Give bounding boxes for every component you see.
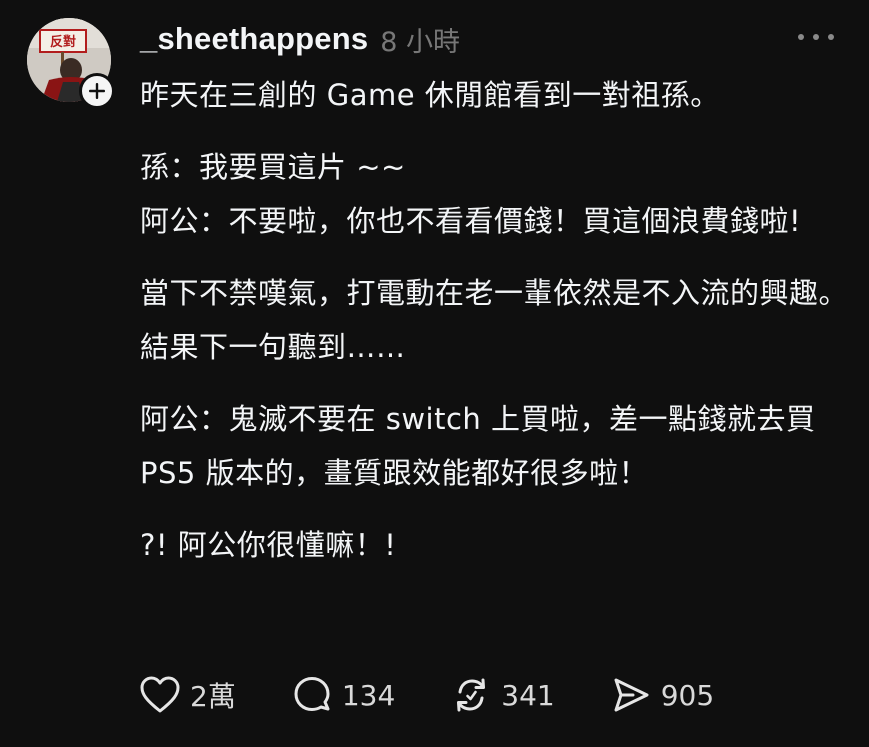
more-dot-icon — [798, 34, 804, 40]
post-paragraph: 昨天在三創的 Game 休閒館看到一對祖孫。 — [140, 78, 720, 112]
repost-icon — [457, 678, 486, 712]
avatar-sign-text: 反對 — [50, 34, 76, 50]
like-button[interactable]: 2萬 — [140, 675, 236, 715]
more-dot-icon — [828, 34, 834, 40]
post-text: 昨天在三創的 Game 休閒館看到一對祖孫。 孫：我要買這片 ~~ 阿公：不要啦… — [140, 68, 850, 572]
follow-button[interactable] — [79, 73, 115, 109]
comment-count: 134 — [341, 678, 396, 712]
post-paragraph: ?! 阿公你很懂嘛！! — [140, 528, 397, 562]
send-icon — [614, 678, 649, 712]
post-actions-bar: 2萬 134 341 905 — [140, 672, 770, 718]
author-avatar-container: 反對 — [27, 18, 115, 109]
post-paragraph: 孫：我要買這片 ~~ — [140, 150, 406, 184]
post-header: _sheethappens 8 小時 — [140, 18, 460, 60]
post-paragraph: 阿公：鬼滅不要在 switch 上買啦，差一點錢就去買 PS5 版本的，畫質跟效… — [140, 402, 826, 490]
heart-icon — [140, 676, 180, 713]
post-paragraph: 當下不禁嘆氣，打電動在老一輩依然是不入流的興趣。 — [140, 276, 849, 310]
more-options-button[interactable] — [798, 24, 834, 50]
author-username[interactable]: _sheethappens — [140, 21, 368, 57]
post-paragraph: 結果下一句聽到…… — [140, 330, 406, 364]
share-button[interactable]: 905 — [611, 675, 714, 715]
share-count: 905 — [660, 678, 715, 712]
plus-icon — [89, 83, 105, 99]
repost-count: 341 — [501, 678, 555, 712]
post-paragraph: 阿公：不要啦，你也不看看價錢！買這個浪費錢啦! — [140, 204, 802, 238]
repost-button[interactable]: 341 — [451, 675, 555, 715]
like-count: 2萬 — [190, 680, 236, 713]
comment-button[interactable]: 134 — [292, 675, 395, 715]
post-timestamp: 8 小時 — [380, 26, 461, 58]
comment-bubble-icon — [294, 677, 330, 711]
more-dot-icon — [813, 34, 819, 40]
